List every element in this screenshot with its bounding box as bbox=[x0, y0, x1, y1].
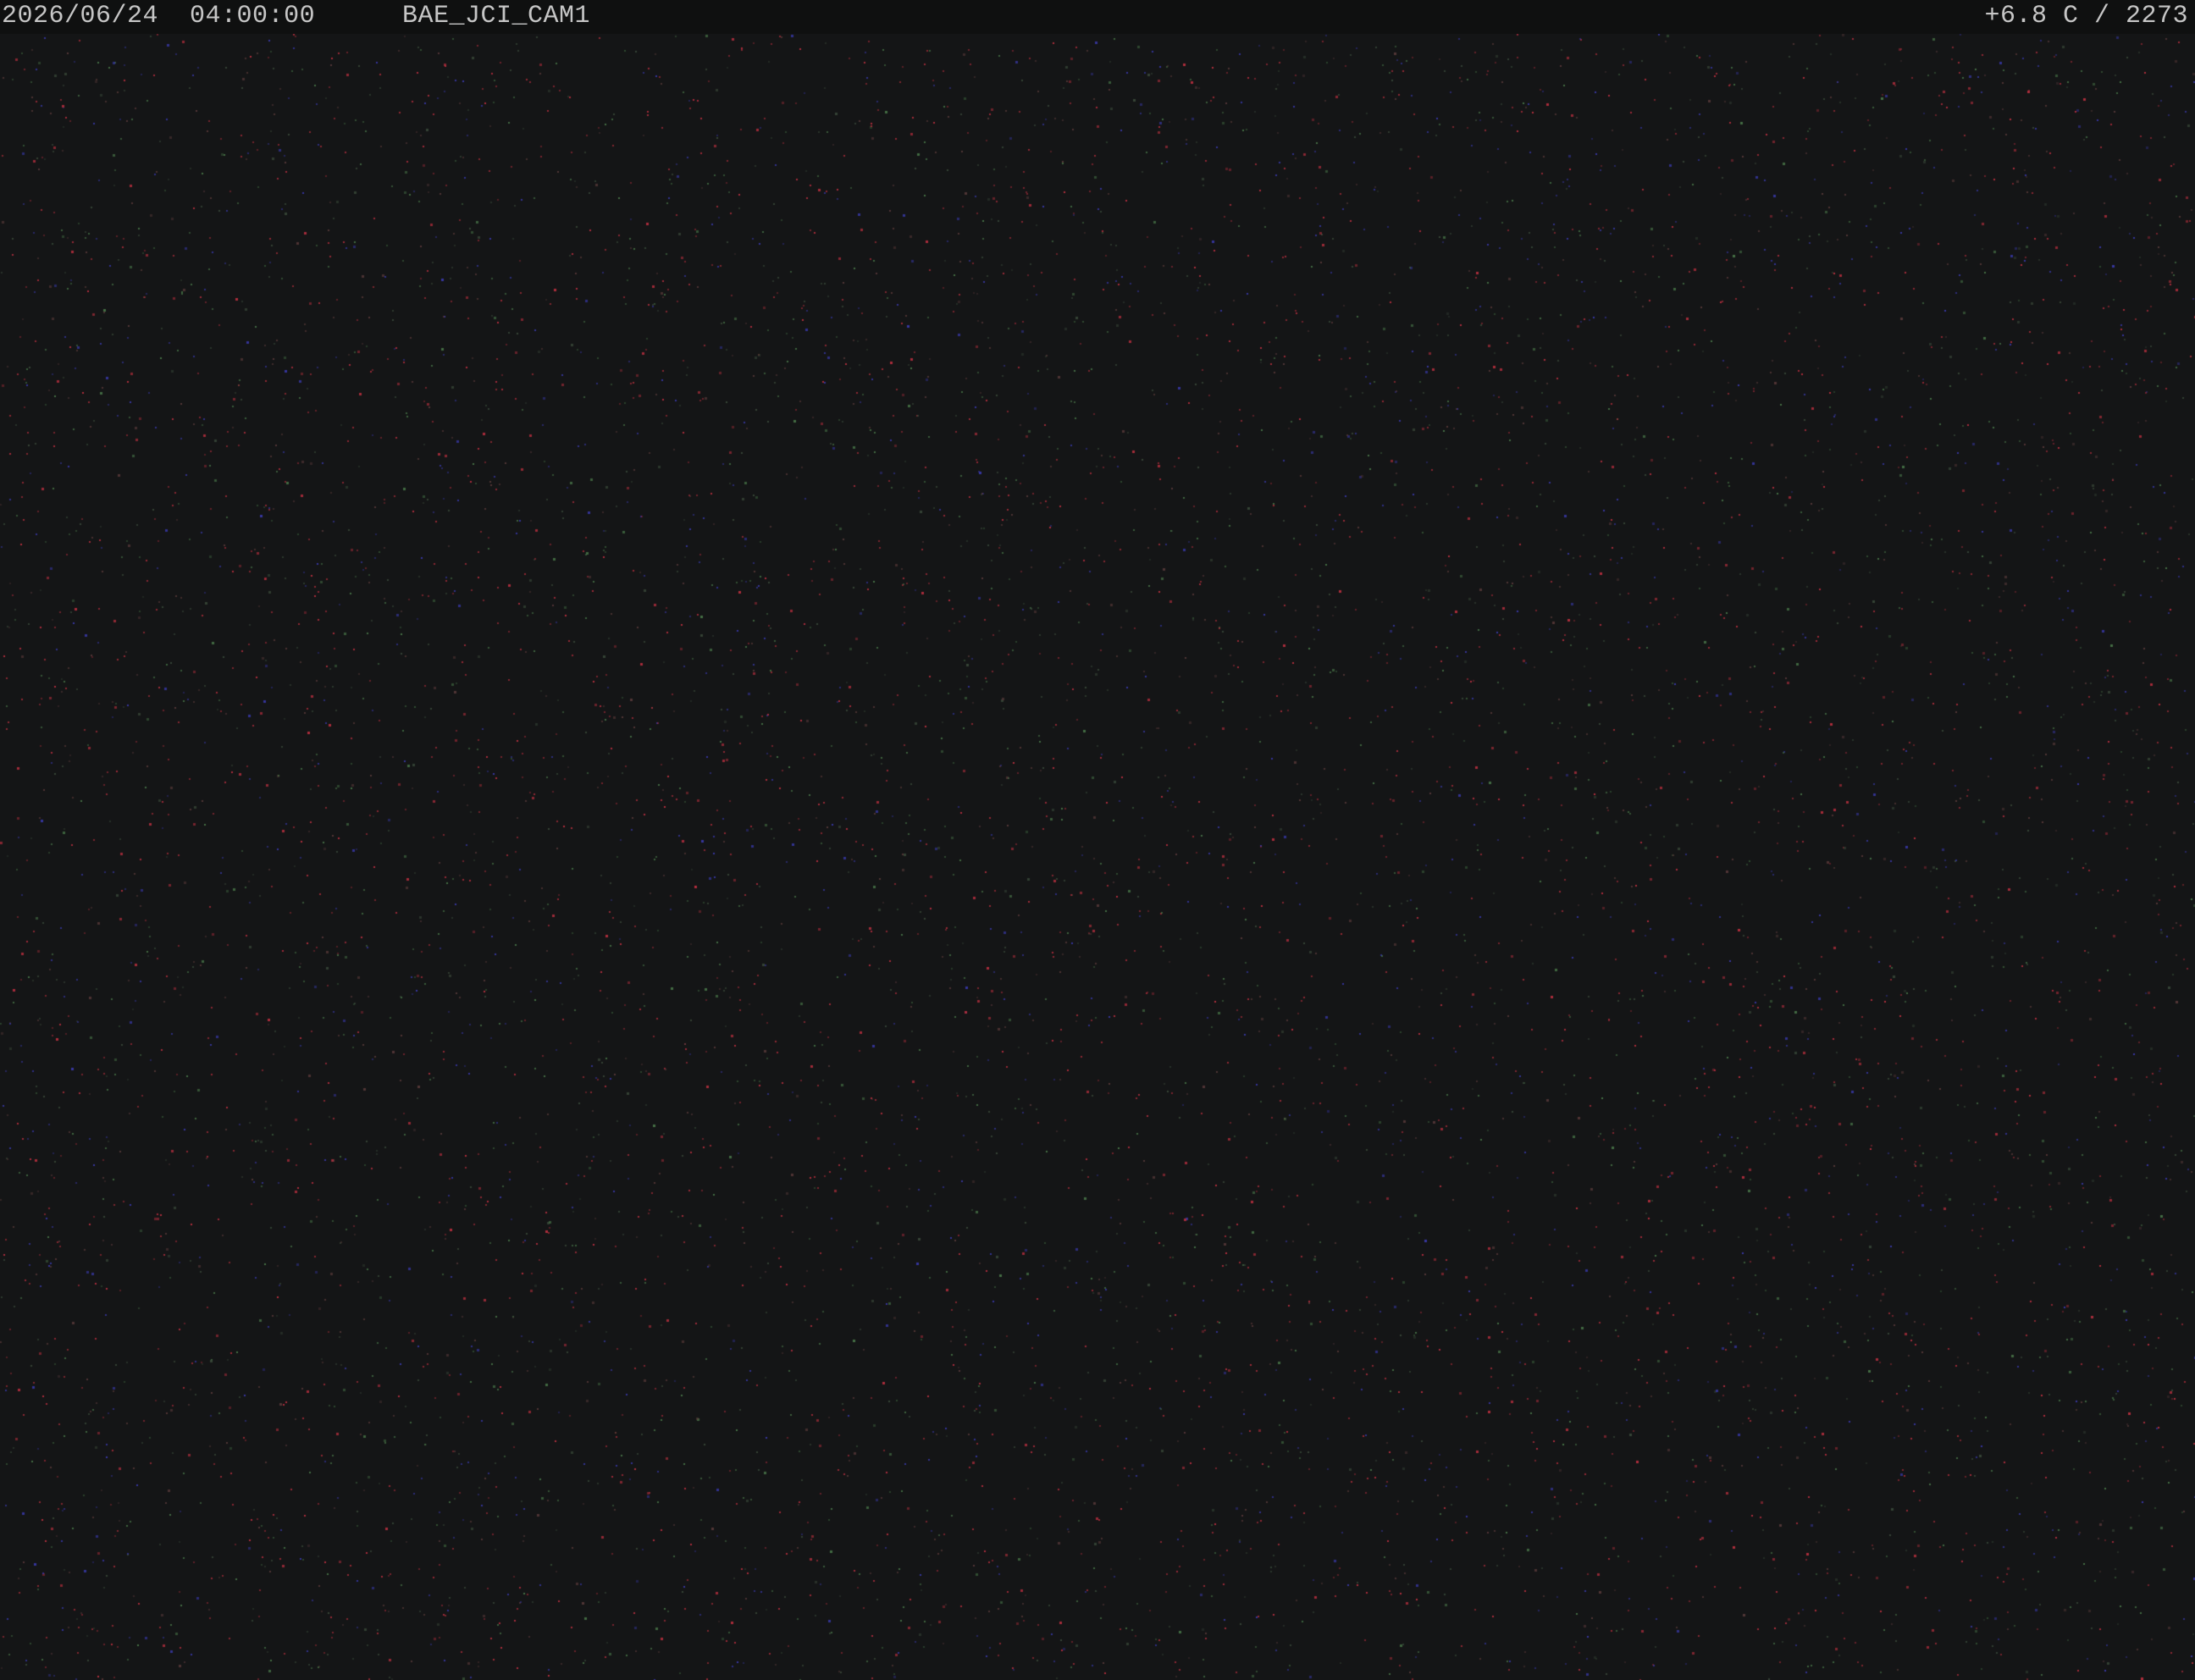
date-label: 2026/06/24 bbox=[2, 2, 159, 30]
camera-name-label: BAE_JCI_CAM1 bbox=[402, 2, 591, 30]
camera-frame: 2026/06/24 04:00:00 BAE_JCI_CAM1 +6.8 C … bbox=[0, 0, 2195, 1680]
temperature-reading-label: +6.8 C / 2273 bbox=[1984, 2, 2188, 30]
datetime-stamp: 2026/06/24 04:00:00 bbox=[2, 0, 315, 34]
time-label: 04:00:00 bbox=[190, 2, 316, 30]
night-sky-image bbox=[0, 0, 2195, 1680]
timestamp-overlay-bar: 2026/06/24 04:00:00 BAE_JCI_CAM1 +6.8 C … bbox=[0, 0, 2195, 34]
